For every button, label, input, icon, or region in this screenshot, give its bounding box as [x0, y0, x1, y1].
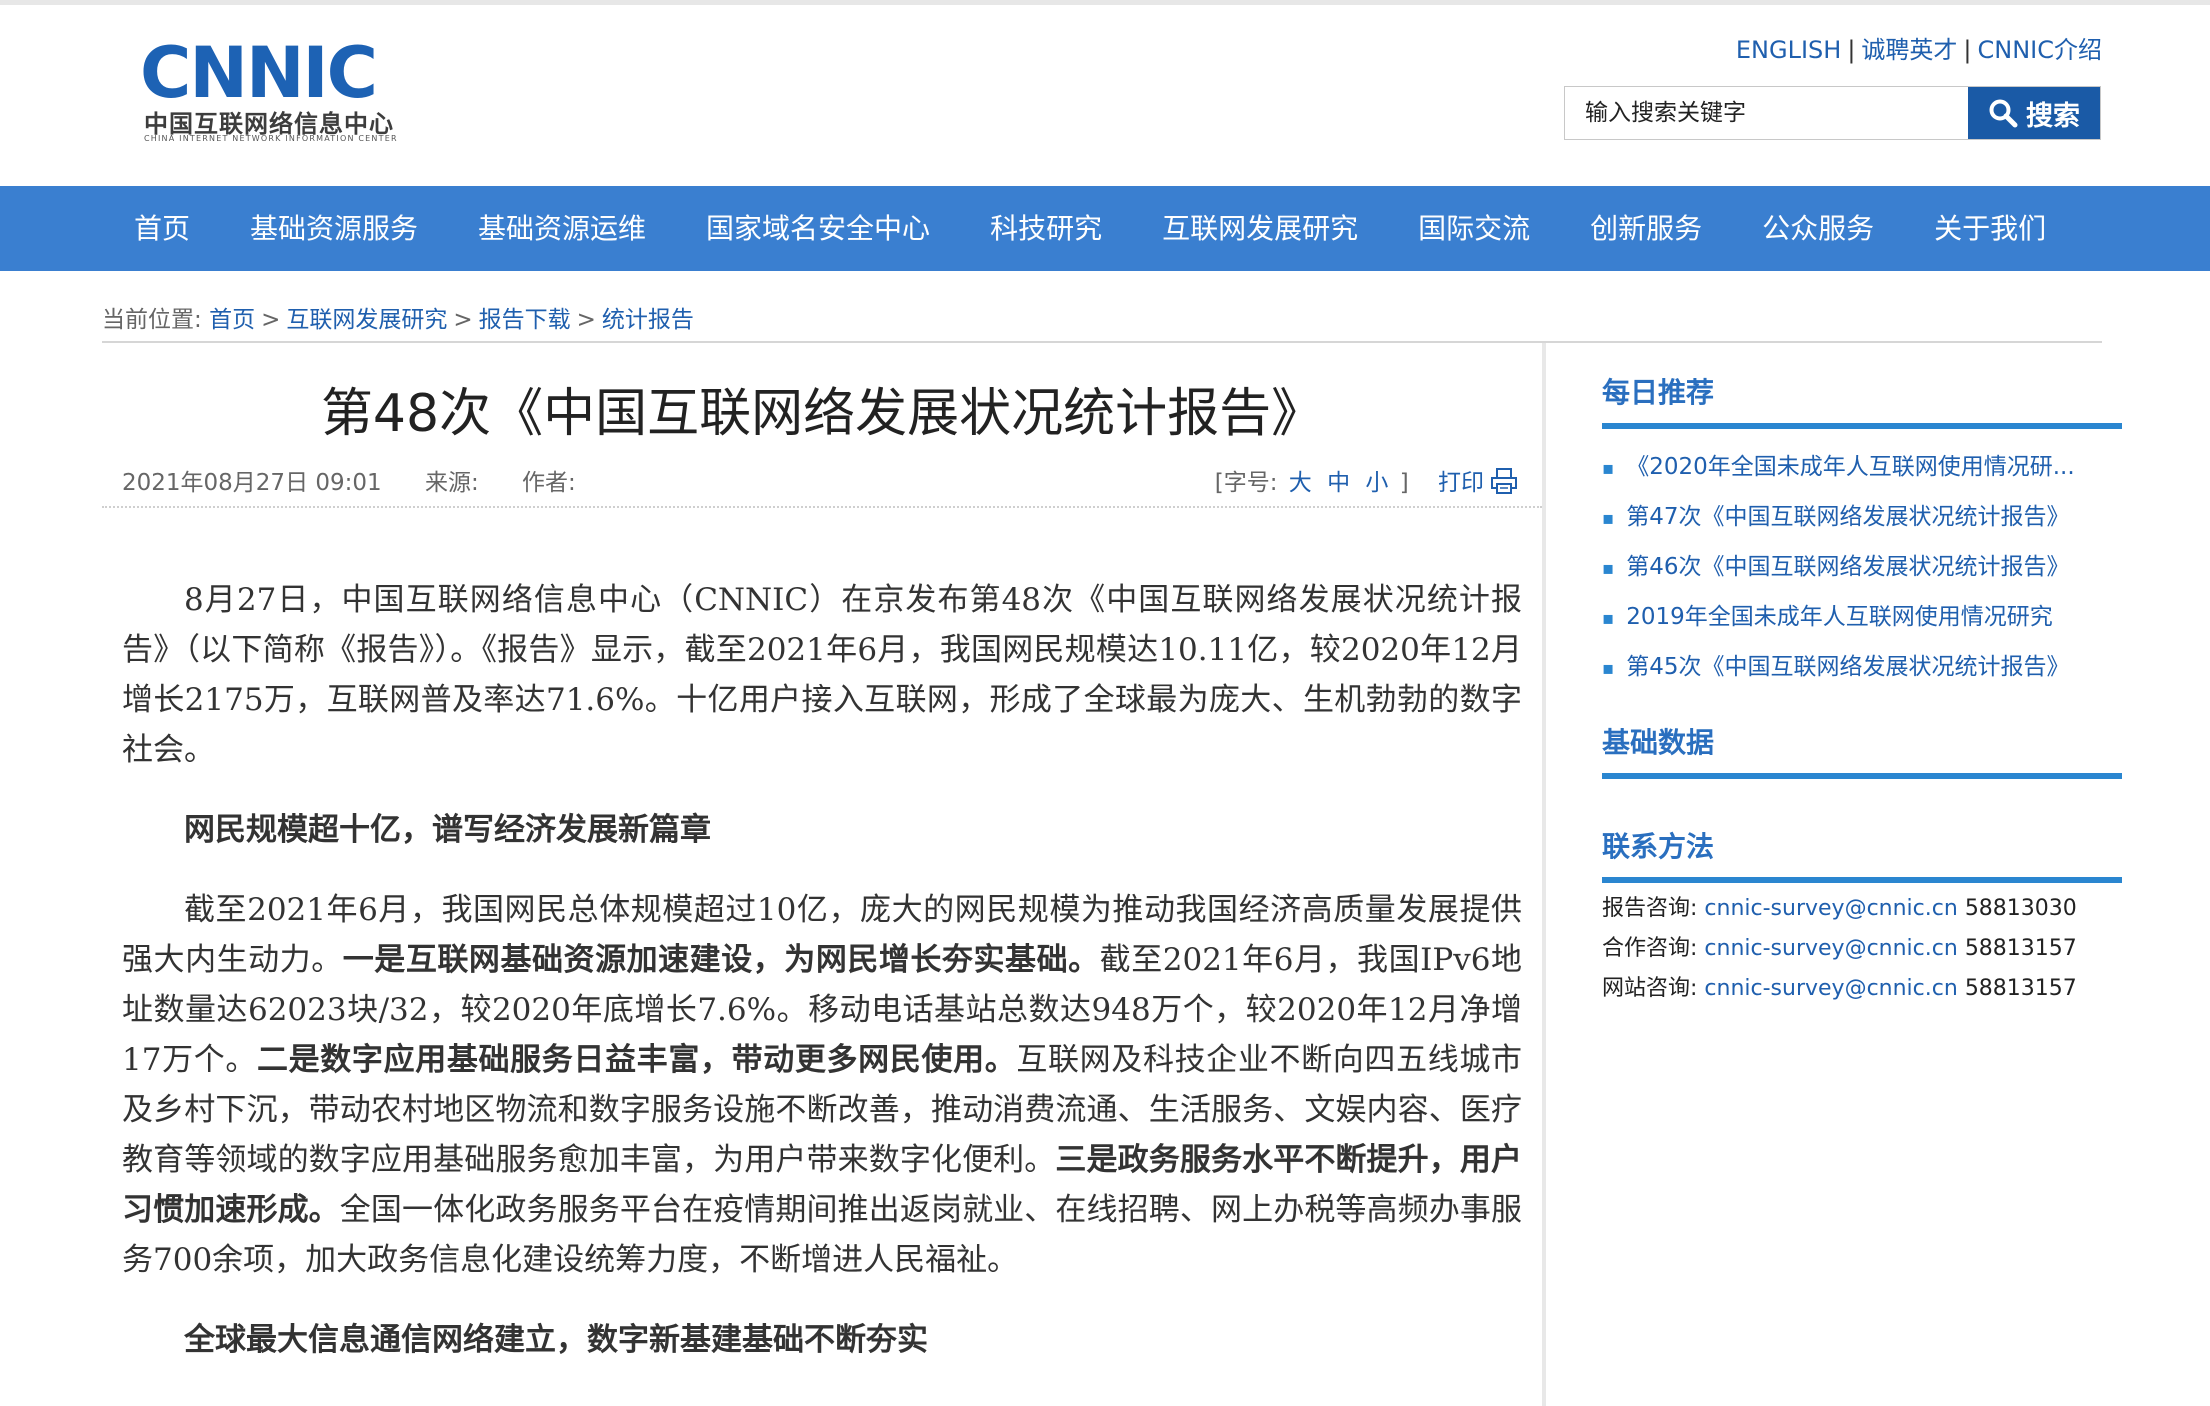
breadcrumb-home[interactable]: 首页: [209, 307, 255, 333]
breadcrumb-separator: >: [453, 307, 473, 333]
bold-run: 二是数字应用基础服务日益丰富，带动更多网民使用。: [257, 1042, 1017, 1078]
contact-phone: 58813030: [1964, 896, 2077, 921]
section-heading: 网民规模超十亿，谱写经济发展新篇章: [184, 812, 711, 848]
list-item[interactable]: 2019年全国未成年人互联网使用情况研究: [1602, 593, 2122, 643]
search-button-label: 搜索: [2026, 100, 2080, 131]
separator: |: [1847, 36, 1856, 64]
nav-item-basic-resource-service[interactable]: 基础资源服务: [220, 186, 448, 271]
contact-title: 联系方法: [1602, 830, 1715, 863]
breadcrumb-statistical-report[interactable]: 统计报告: [602, 307, 694, 333]
top-links: ENGLISH | 诚聘英才 | CNNIC介绍: [1736, 30, 2102, 65]
article-source-label: 来源:: [424, 470, 479, 496]
contact-label: 网站咨询:: [1602, 976, 1698, 1001]
cnnic-logo[interactable]: CNNIC 中国互联网络信息中心 CHINA INTERNET NETWORK …: [140, 38, 410, 148]
nav-item-domain-security[interactable]: 国家域名安全中心: [676, 186, 960, 271]
font-size-medium[interactable]: 中: [1327, 470, 1350, 496]
site-header: CNNIC 中国互联网络信息中心 CHINA INTERNET NETWORK …: [0, 0, 2210, 186]
paragraph-intro: 8月27日，中国互联网络信息中心（CNNIC）在京发布第48次《中国互联网络发展…: [122, 582, 1522, 768]
paragraph-section-1: 截至2021年6月，我国网民总体规模超过10亿，庞大的网民规模为推动我国经济高质…: [122, 885, 1522, 1285]
contact-label: 报告咨询:: [1602, 896, 1698, 921]
contact-list: 报告咨询: cnnic-survey@cnnic.cn 58813030 合作咨…: [1602, 883, 2122, 1009]
list-item[interactable]: 《2020年全国未成年人互联网使用情况研...: [1602, 443, 2122, 493]
bold-run: 一是互联网基础资源加速建设，为网民增长夯实基础。: [342, 942, 1100, 978]
link-about-cnnic[interactable]: CNNIC介绍: [1978, 36, 2103, 64]
logo-en-text: CHINA INTERNET NETWORK INFORMATION CENTE…: [144, 134, 398, 143]
nav-item-innovation[interactable]: 创新服务: [1560, 186, 1732, 271]
font-size-controls: [字号: 大 中 小 ] 打印: [1215, 463, 1522, 497]
article-body: 8月27日，中国互联网络信息中心（CNNIC）在京发布第48次《中国互联网络发展…: [122, 575, 1522, 1395]
list-item[interactable]: 第47次《中国互联网络发展状况统计报告》: [1602, 493, 2122, 543]
contact-email[interactable]: cnnic-survey@cnnic.cn: [1704, 896, 1957, 921]
nav-item-internet-development[interactable]: 互联网发展研究: [1132, 186, 1388, 271]
print-label: 打印: [1438, 470, 1484, 496]
font-size-label: [字号:: [1214, 470, 1278, 496]
nav-item-home[interactable]: 首页: [104, 186, 220, 271]
nav-item-public-service[interactable]: 公众服务: [1732, 186, 1904, 271]
nav-item-research[interactable]: 科技研究: [960, 186, 1132, 271]
contact-phone: 58813157: [1964, 936, 2077, 961]
breadcrumb-label: 当前位置:: [102, 307, 202, 333]
logo-mark: CNNIC: [140, 32, 378, 114]
article: 第48次《中国互联网络发展状况统计报告》 2021年08月27日 09:01 来…: [102, 343, 1542, 1406]
daily-recommend-title: 每日推荐: [1602, 376, 1715, 409]
link-english[interactable]: ENGLISH: [1736, 36, 1841, 64]
list-item[interactable]: 第46次《中国互联网络发展状况统计报告》: [1602, 543, 2122, 593]
contact-section: 联系方法 报告咨询: cnnic-survey@cnnic.cn 5881303…: [1602, 797, 2122, 1009]
font-size-small[interactable]: 小: [1365, 470, 1388, 496]
print-icon: [1491, 468, 1517, 494]
search-box: 搜索: [1564, 86, 2101, 140]
contact-row: 报告咨询: cnnic-survey@cnnic.cn 58813030: [1602, 889, 2122, 929]
article-author-label: 作者:: [522, 470, 576, 496]
contact-phone: 58813157: [1964, 976, 2077, 1001]
contact-row: 网站咨询: cnnic-survey@cnnic.cn 58813157: [1602, 969, 2122, 1009]
print-link[interactable]: 打印: [1438, 468, 1518, 496]
breadcrumb-separator: >: [576, 307, 596, 333]
separator: |: [1963, 36, 1972, 64]
link-careers[interactable]: 诚聘英才: [1861, 36, 1957, 64]
basic-data-title[interactable]: 基础数据: [1602, 693, 2122, 773]
nav-item-basic-resource-ops[interactable]: 基础资源运维: [448, 186, 676, 271]
meta-divider: [102, 506, 1542, 508]
article-date: 2021年08月27日 09:01: [122, 470, 382, 496]
breadcrumb-internet-development[interactable]: 互联网发展研究: [286, 307, 447, 333]
contact-email[interactable]: cnnic-survey@cnnic.cn: [1704, 936, 1957, 961]
section-underline: [1602, 773, 2122, 779]
article-title: 第48次《中国互联网络发展状况统计报告》: [320, 384, 1324, 444]
column-divider: [1542, 343, 1546, 1406]
daily-recommend-section: 每日推荐 《2020年全国未成年人互联网使用情况研... 第47次《中国互联网络…: [1602, 343, 2122, 693]
main-nav: 首页 基础资源服务 基础资源运维 国家域名安全中心 科技研究 互联网发展研究 国…: [0, 186, 2210, 271]
basic-data-section: 基础数据: [1602, 693, 2122, 779]
daily-recommend-list: 《2020年全国未成年人互联网使用情况研... 第47次《中国互联网络发展状况统…: [1602, 429, 2122, 693]
breadcrumb-report-download[interactable]: 报告下载: [479, 307, 571, 333]
sidebar: 每日推荐 《2020年全国未成年人互联网使用情况研... 第47次《中国互联网络…: [1602, 343, 2122, 1009]
contact-label: 合作咨询:: [1602, 936, 1698, 961]
breadcrumb-separator: >: [261, 307, 281, 333]
font-size-label-close: ]: [1399, 470, 1409, 496]
article-meta: 2021年08月27日 09:01 来源: 作者: [字号: 大 中 小 ] 打…: [122, 463, 1522, 503]
nav-item-about-us[interactable]: 关于我们: [1904, 186, 2076, 271]
contact-row: 合作咨询: cnnic-survey@cnnic.cn 58813157: [1602, 929, 2122, 969]
breadcrumb: 当前位置: 首页 > 互联网发展研究 > 报告下载 > 统计报告: [102, 300, 694, 334]
search-icon: [1989, 99, 2018, 128]
list-item[interactable]: 第45次《中国互联网络发展状况统计报告》: [1602, 643, 2122, 693]
search-input[interactable]: [1565, 87, 1969, 139]
search-button[interactable]: 搜索: [1968, 87, 2100, 139]
nav-item-international[interactable]: 国际交流: [1388, 186, 1560, 271]
font-size-large[interactable]: 大: [1289, 470, 1312, 496]
section-heading: 全球最大信息通信网络建立，数字新基建基础不断夯实: [184, 1322, 928, 1358]
contact-email[interactable]: cnnic-survey@cnnic.cn: [1704, 976, 1957, 1001]
